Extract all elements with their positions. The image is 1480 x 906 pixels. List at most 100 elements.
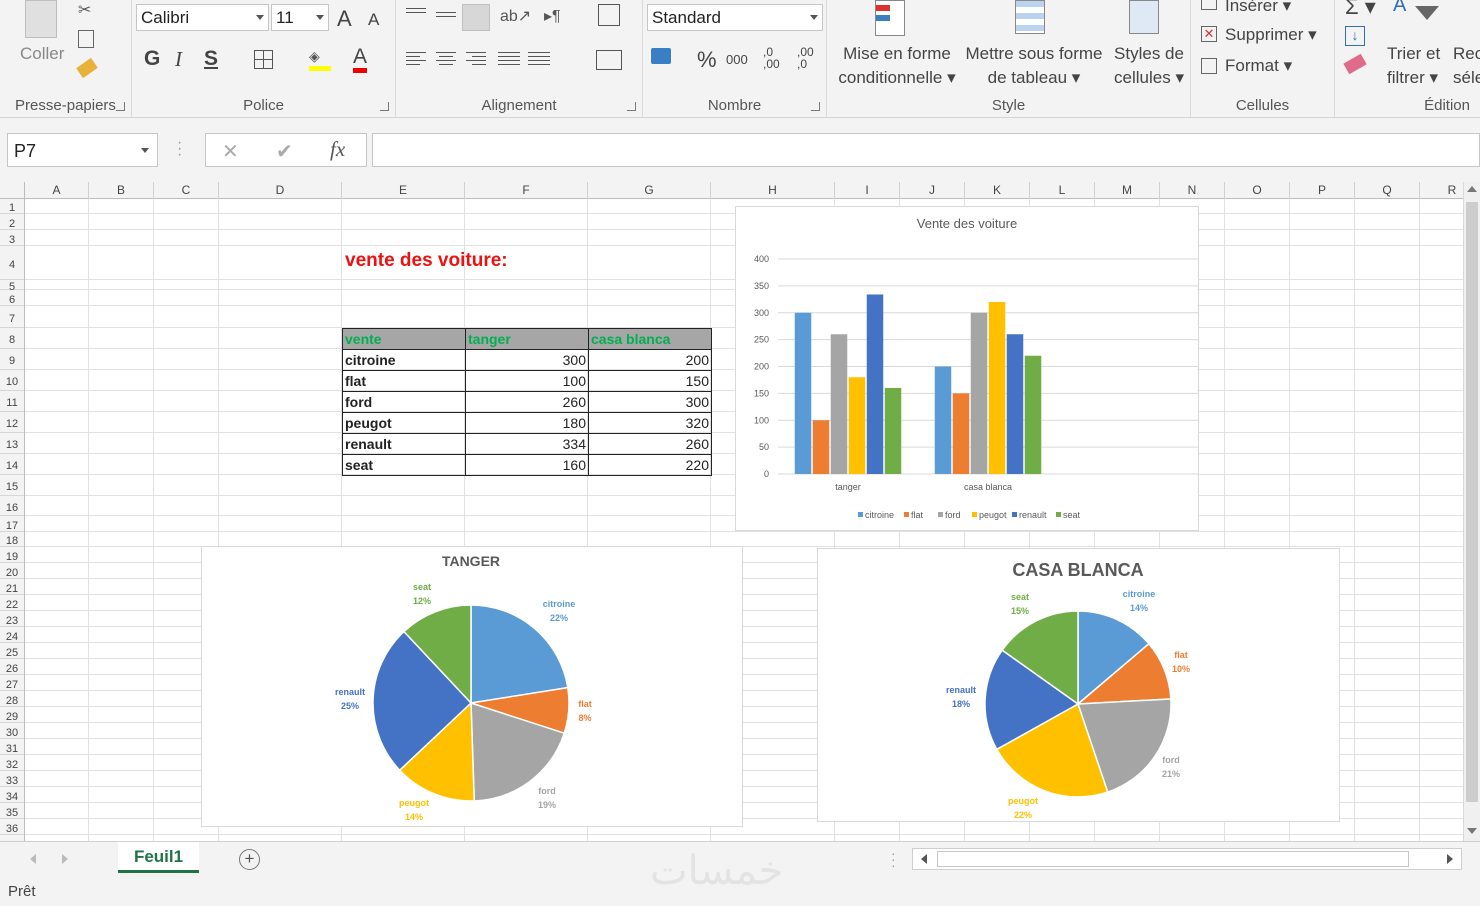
column-header-l[interactable]: L: [1030, 182, 1095, 199]
tanger-cell[interactable]: 180: [465, 412, 589, 434]
tanger-cell[interactable]: 334: [465, 433, 589, 455]
row-header-29[interactable]: 29: [0, 707, 24, 723]
row-header-26[interactable]: 26: [0, 659, 24, 675]
grow-font-button[interactable]: A: [337, 6, 352, 32]
borders-icon[interactable]: [254, 50, 273, 69]
conditional-formatting-icon[interactable]: [875, 0, 905, 36]
row-header-19[interactable]: 19: [0, 547, 24, 563]
conditional-formatting-button[interactable]: Mise en forme conditionnelle ▾: [833, 42, 961, 90]
next-sheet-icon[interactable]: [62, 854, 68, 864]
brand-cell[interactable]: renault: [342, 433, 466, 455]
row-header-12[interactable]: 12: [0, 412, 24, 433]
column-header-i[interactable]: I: [835, 182, 900, 199]
row-header-9[interactable]: 9: [0, 349, 24, 370]
align-center-icon[interactable]: [436, 52, 456, 68]
fill-color-icon[interactable]: ◈: [309, 48, 331, 71]
cell-styles-icon[interactable]: [1129, 0, 1159, 34]
number-launcher-icon[interactable]: [811, 102, 820, 111]
decrease-decimal-button[interactable]: ,00 ,0: [797, 46, 821, 70]
number-format-select[interactable]: Standard: [647, 4, 823, 31]
shrink-font-button[interactable]: A: [368, 10, 379, 30]
cell-styles-button[interactable]: Styles de cellules ▾: [1111, 42, 1187, 90]
format-as-table-button[interactable]: Mettre sous forme de tableau ▾: [959, 42, 1109, 90]
clipboard-launcher-icon[interactable]: [116, 102, 125, 111]
row-header-10[interactable]: 10: [0, 370, 24, 391]
column-header-b[interactable]: B: [89, 182, 154, 199]
brand-cell[interactable]: ford: [342, 391, 466, 413]
casablanca-cell[interactable]: 220: [588, 454, 712, 476]
tanger-cell[interactable]: 100: [465, 370, 589, 392]
tanger-cell[interactable]: 300: [465, 349, 589, 371]
row-header-36[interactable]: 36: [0, 819, 24, 835]
row-header-3[interactable]: 3: [0, 230, 24, 246]
scroll-right-icon[interactable]: [1447, 854, 1453, 864]
merge-center-icon[interactable]: [596, 50, 622, 70]
vertical-scroll-thumb[interactable]: [1466, 202, 1478, 802]
alignment-launcher-icon[interactable]: [627, 102, 636, 111]
bold-button[interactable]: G: [144, 47, 160, 71]
casablanca-cell[interactable]: 150: [588, 370, 712, 392]
brand-cell[interactable]: peugot: [342, 412, 466, 434]
row-header-28[interactable]: 28: [0, 691, 24, 707]
column-header-p[interactable]: P: [1290, 182, 1355, 199]
row-header-14[interactable]: 14: [0, 454, 24, 475]
wrap-text-icon[interactable]: [598, 4, 620, 26]
row-header-24[interactable]: 24: [0, 627, 24, 643]
row-header-2[interactable]: 2: [0, 214, 24, 230]
row-header-13[interactable]: 13: [0, 433, 24, 454]
column-header-f[interactable]: F: [465, 182, 588, 199]
column-header-g[interactable]: G: [588, 182, 711, 199]
casablanca-cell[interactable]: 260: [588, 433, 712, 455]
row-header-20[interactable]: 20: [0, 563, 24, 579]
font-launcher-icon[interactable]: [380, 102, 389, 111]
row-header-8[interactable]: 8: [0, 328, 24, 349]
thousands-button[interactable]: 000: [726, 52, 748, 67]
filter-funnel-icon[interactable]: [1415, 6, 1439, 20]
align-right-icon[interactable]: [466, 52, 486, 68]
row-header-34[interactable]: 34: [0, 787, 24, 803]
header-cell[interactable]: vente: [342, 328, 466, 350]
column-header-q[interactable]: Q: [1355, 182, 1420, 199]
underline-button[interactable]: S: [204, 47, 218, 71]
horizontal-scroll-thumb[interactable]: [937, 851, 1409, 867]
vertical-scrollbar[interactable]: [1463, 182, 1480, 841]
text-direction-icon[interactable]: ▸¶: [544, 6, 561, 26]
row-header-25[interactable]: 25: [0, 643, 24, 659]
prev-sheet-icon[interactable]: [30, 854, 36, 864]
row-header-33[interactable]: 33: [0, 771, 24, 787]
brand-cell[interactable]: flat: [342, 370, 466, 392]
percent-button[interactable]: %: [697, 47, 717, 73]
row-header-16[interactable]: 16: [0, 496, 24, 516]
column-header-k[interactable]: K: [965, 182, 1030, 199]
orientation-icon[interactable]: ab↗: [500, 6, 531, 26]
row-header-4[interactable]: 4: [0, 246, 24, 280]
more-options-icon[interactable]: · · ·: [177, 135, 182, 163]
tanger-pie-chart[interactable]: TANGER citroine 22% flat 8% ford 19% peugot 14% r…: [201, 546, 743, 827]
format-as-table-icon[interactable]: [1015, 0, 1045, 34]
align-left-icon[interactable]: [406, 52, 426, 68]
formula-input[interactable]: [372, 133, 1480, 167]
column-header-j[interactable]: J: [900, 182, 965, 199]
column-header-e[interactable]: E: [342, 182, 465, 199]
decrease-indent-icon[interactable]: [498, 52, 520, 68]
column-header-a[interactable]: A: [25, 182, 89, 199]
column-header-h[interactable]: H: [711, 182, 835, 199]
sheet-title-cell[interactable]: vente des voiture:: [345, 250, 508, 272]
casablanca-pie-chart[interactable]: CASA BLANCA citroine 14% flat 10% ford 21% peug…: [817, 548, 1340, 822]
select-all-corner[interactable]: [0, 182, 25, 199]
column-header-m[interactable]: M: [1095, 182, 1160, 199]
find-select-button[interactable]: Rech séle: [1453, 42, 1480, 90]
align-bottom-icon[interactable]: [462, 4, 490, 31]
horizontal-scrollbar[interactable]: [912, 848, 1462, 870]
scroll-up-icon[interactable]: [1467, 186, 1477, 192]
add-sheet-button[interactable]: +: [239, 849, 260, 870]
format-cells-button[interactable]: Format ▾: [1225, 56, 1292, 76]
row-header-31[interactable]: 31: [0, 739, 24, 755]
align-middle-icon[interactable]: [436, 12, 456, 20]
column-header-o[interactable]: O: [1225, 182, 1290, 199]
header-cell[interactable]: tanger: [465, 328, 589, 350]
accounting-icon[interactable]: [651, 48, 671, 64]
italic-button[interactable]: I: [175, 47, 182, 72]
row-header-35[interactable]: 35: [0, 803, 24, 819]
increase-decimal-button[interactable]: ,0 ,00: [763, 46, 787, 70]
